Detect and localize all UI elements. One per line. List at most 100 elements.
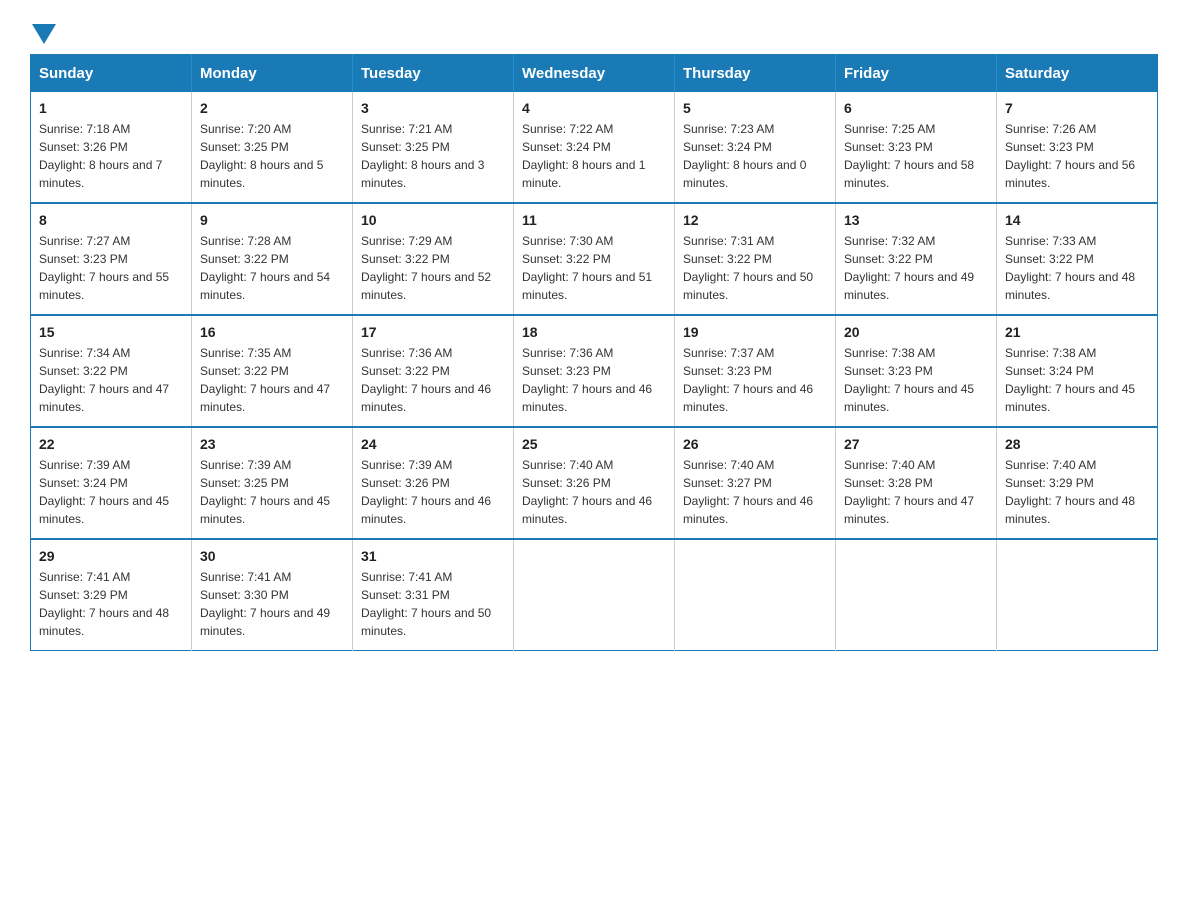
day-number: 11 — [522, 212, 666, 228]
page-header — [30, 20, 1158, 36]
calendar-cell — [514, 539, 675, 651]
calendar-cell: 28 Sunrise: 7:40 AMSunset: 3:29 PMDaylig… — [997, 427, 1158, 539]
day-info: Sunrise: 7:31 AMSunset: 3:22 PMDaylight:… — [683, 232, 827, 304]
day-info: Sunrise: 7:39 AMSunset: 3:25 PMDaylight:… — [200, 456, 344, 528]
calendar-cell: 21 Sunrise: 7:38 AMSunset: 3:24 PMDaylig… — [997, 315, 1158, 427]
day-number: 1 — [39, 100, 183, 116]
day-number: 30 — [200, 548, 344, 564]
day-info: Sunrise: 7:34 AMSunset: 3:22 PMDaylight:… — [39, 344, 183, 416]
day-number: 12 — [683, 212, 827, 228]
day-number: 14 — [1005, 212, 1149, 228]
day-number: 23 — [200, 436, 344, 452]
day-info: Sunrise: 7:29 AMSunset: 3:22 PMDaylight:… — [361, 232, 505, 304]
day-number: 9 — [200, 212, 344, 228]
day-info: Sunrise: 7:40 AMSunset: 3:28 PMDaylight:… — [844, 456, 988, 528]
day-number: 19 — [683, 324, 827, 340]
day-info: Sunrise: 7:28 AMSunset: 3:22 PMDaylight:… — [200, 232, 344, 304]
calendar-cell: 14 Sunrise: 7:33 AMSunset: 3:22 PMDaylig… — [997, 203, 1158, 315]
day-info: Sunrise: 7:21 AMSunset: 3:25 PMDaylight:… — [361, 120, 505, 192]
calendar-cell: 24 Sunrise: 7:39 AMSunset: 3:26 PMDaylig… — [353, 427, 514, 539]
day-number: 31 — [361, 548, 505, 564]
day-number: 18 — [522, 324, 666, 340]
day-number: 29 — [39, 548, 183, 564]
day-info: Sunrise: 7:18 AMSunset: 3:26 PMDaylight:… — [39, 120, 183, 192]
day-number: 17 — [361, 324, 505, 340]
day-number: 20 — [844, 324, 988, 340]
calendar-cell: 8 Sunrise: 7:27 AMSunset: 3:23 PMDayligh… — [31, 203, 192, 315]
calendar-cell: 20 Sunrise: 7:38 AMSunset: 3:23 PMDaylig… — [836, 315, 997, 427]
day-number: 10 — [361, 212, 505, 228]
calendar-cell — [675, 539, 836, 651]
day-number: 2 — [200, 100, 344, 116]
header-cell-friday: Friday — [836, 55, 997, 93]
calendar-cell: 6 Sunrise: 7:25 AMSunset: 3:23 PMDayligh… — [836, 92, 997, 203]
calendar-body: 1 Sunrise: 7:18 AMSunset: 3:26 PMDayligh… — [31, 92, 1158, 651]
day-info: Sunrise: 7:27 AMSunset: 3:23 PMDaylight:… — [39, 232, 183, 304]
day-info: Sunrise: 7:36 AMSunset: 3:22 PMDaylight:… — [361, 344, 505, 416]
day-info: Sunrise: 7:38 AMSunset: 3:23 PMDaylight:… — [844, 344, 988, 416]
day-info: Sunrise: 7:41 AMSunset: 3:30 PMDaylight:… — [200, 568, 344, 640]
calendar-cell: 15 Sunrise: 7:34 AMSunset: 3:22 PMDaylig… — [31, 315, 192, 427]
day-number: 25 — [522, 436, 666, 452]
day-number: 8 — [39, 212, 183, 228]
calendar-cell: 9 Sunrise: 7:28 AMSunset: 3:22 PMDayligh… — [192, 203, 353, 315]
header-row: SundayMondayTuesdayWednesdayThursdayFrid… — [31, 55, 1158, 93]
day-info: Sunrise: 7:40 AMSunset: 3:26 PMDaylight:… — [522, 456, 666, 528]
header-cell-monday: Monday — [192, 55, 353, 93]
day-number: 6 — [844, 100, 988, 116]
day-info: Sunrise: 7:23 AMSunset: 3:24 PMDaylight:… — [683, 120, 827, 192]
logo-triangle-icon — [32, 24, 56, 44]
calendar-cell: 30 Sunrise: 7:41 AMSunset: 3:30 PMDaylig… — [192, 539, 353, 651]
header-cell-tuesday: Tuesday — [353, 55, 514, 93]
calendar-cell: 4 Sunrise: 7:22 AMSunset: 3:24 PMDayligh… — [514, 92, 675, 203]
calendar-cell: 5 Sunrise: 7:23 AMSunset: 3:24 PMDayligh… — [675, 92, 836, 203]
calendar-week-1: 1 Sunrise: 7:18 AMSunset: 3:26 PMDayligh… — [31, 92, 1158, 203]
day-info: Sunrise: 7:41 AMSunset: 3:29 PMDaylight:… — [39, 568, 183, 640]
calendar-cell: 7 Sunrise: 7:26 AMSunset: 3:23 PMDayligh… — [997, 92, 1158, 203]
day-info: Sunrise: 7:32 AMSunset: 3:22 PMDaylight:… — [844, 232, 988, 304]
day-info: Sunrise: 7:25 AMSunset: 3:23 PMDaylight:… — [844, 120, 988, 192]
day-number: 21 — [1005, 324, 1149, 340]
header-cell-wednesday: Wednesday — [514, 55, 675, 93]
day-info: Sunrise: 7:41 AMSunset: 3:31 PMDaylight:… — [361, 568, 505, 640]
calendar-cell: 16 Sunrise: 7:35 AMSunset: 3:22 PMDaylig… — [192, 315, 353, 427]
day-number: 24 — [361, 436, 505, 452]
day-number: 13 — [844, 212, 988, 228]
logo — [30, 20, 58, 36]
logo-text — [30, 20, 58, 40]
calendar-week-3: 15 Sunrise: 7:34 AMSunset: 3:22 PMDaylig… — [31, 315, 1158, 427]
day-info: Sunrise: 7:20 AMSunset: 3:25 PMDaylight:… — [200, 120, 344, 192]
calendar-cell: 23 Sunrise: 7:39 AMSunset: 3:25 PMDaylig… — [192, 427, 353, 539]
day-info: Sunrise: 7:37 AMSunset: 3:23 PMDaylight:… — [683, 344, 827, 416]
header-cell-thursday: Thursday — [675, 55, 836, 93]
calendar-cell: 12 Sunrise: 7:31 AMSunset: 3:22 PMDaylig… — [675, 203, 836, 315]
day-info: Sunrise: 7:38 AMSunset: 3:24 PMDaylight:… — [1005, 344, 1149, 416]
calendar-cell: 11 Sunrise: 7:30 AMSunset: 3:22 PMDaylig… — [514, 203, 675, 315]
calendar-cell: 29 Sunrise: 7:41 AMSunset: 3:29 PMDaylig… — [31, 539, 192, 651]
day-number: 5 — [683, 100, 827, 116]
day-number: 22 — [39, 436, 183, 452]
day-number: 26 — [683, 436, 827, 452]
calendar-cell — [836, 539, 997, 651]
calendar-cell: 31 Sunrise: 7:41 AMSunset: 3:31 PMDaylig… — [353, 539, 514, 651]
day-info: Sunrise: 7:26 AMSunset: 3:23 PMDaylight:… — [1005, 120, 1149, 192]
calendar-cell: 2 Sunrise: 7:20 AMSunset: 3:25 PMDayligh… — [192, 92, 353, 203]
day-number: 16 — [200, 324, 344, 340]
calendar-table: SundayMondayTuesdayWednesdayThursdayFrid… — [30, 54, 1158, 651]
calendar-week-4: 22 Sunrise: 7:39 AMSunset: 3:24 PMDaylig… — [31, 427, 1158, 539]
calendar-cell: 22 Sunrise: 7:39 AMSunset: 3:24 PMDaylig… — [31, 427, 192, 539]
calendar-week-5: 29 Sunrise: 7:41 AMSunset: 3:29 PMDaylig… — [31, 539, 1158, 651]
day-info: Sunrise: 7:39 AMSunset: 3:24 PMDaylight:… — [39, 456, 183, 528]
calendar-cell: 18 Sunrise: 7:36 AMSunset: 3:23 PMDaylig… — [514, 315, 675, 427]
day-info: Sunrise: 7:40 AMSunset: 3:27 PMDaylight:… — [683, 456, 827, 528]
day-info: Sunrise: 7:35 AMSunset: 3:22 PMDaylight:… — [200, 344, 344, 416]
calendar-cell: 1 Sunrise: 7:18 AMSunset: 3:26 PMDayligh… — [31, 92, 192, 203]
calendar-cell: 27 Sunrise: 7:40 AMSunset: 3:28 PMDaylig… — [836, 427, 997, 539]
day-number: 7 — [1005, 100, 1149, 116]
calendar-cell: 25 Sunrise: 7:40 AMSunset: 3:26 PMDaylig… — [514, 427, 675, 539]
calendar-cell — [997, 539, 1158, 651]
calendar-cell: 26 Sunrise: 7:40 AMSunset: 3:27 PMDaylig… — [675, 427, 836, 539]
calendar-header: SundayMondayTuesdayWednesdayThursdayFrid… — [31, 55, 1158, 93]
header-cell-saturday: Saturday — [997, 55, 1158, 93]
calendar-week-2: 8 Sunrise: 7:27 AMSunset: 3:23 PMDayligh… — [31, 203, 1158, 315]
